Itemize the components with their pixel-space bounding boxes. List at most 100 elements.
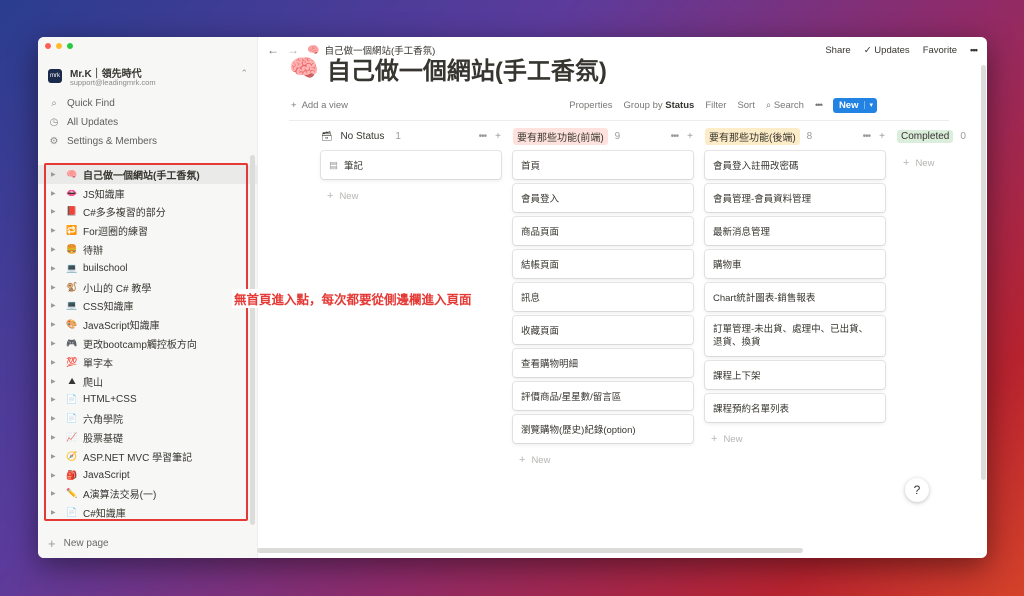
board-column: 要有那些功能(後端) 8 ••• + 會員登入註冊改密碼會員管理-會員資料管理最新消息管…: [705, 126, 885, 453]
card-title: 課程上下架: [713, 371, 761, 382]
quick-find[interactable]: ⌕ Quick Find: [48, 95, 238, 112]
board-card[interactable]: 評價商品/星星數/留言區: [513, 382, 693, 410]
sort-button[interactable]: Sort: [737, 100, 754, 111]
board-card[interactable]: 查看購物明細: [513, 349, 693, 377]
new-page-label: New page: [63, 538, 109, 549]
plus-icon: +: [903, 157, 910, 169]
board-card[interactable]: 瀏覽購物(歷史)紀錄(option): [513, 415, 693, 443]
group-by-value: Status: [665, 99, 695, 111]
more-icon[interactable]: •••: [863, 131, 871, 142]
column-header[interactable]: Completed 0: [897, 126, 1024, 146]
add-card-label: New: [915, 157, 935, 169]
board-card[interactable]: 會員管理-會員資料管理: [705, 184, 885, 212]
column-label: 要有那些功能(前端): [513, 127, 608, 145]
quick-find-label: Quick Find: [67, 98, 115, 109]
clock-icon: ◷: [49, 117, 59, 128]
page-title[interactable]: 自己做一個網站(手工香氛): [327, 51, 607, 86]
column-label: 要有那些功能(後端): [705, 127, 800, 145]
new-page-button[interactable]: + New page: [48, 536, 109, 551]
group-by-prefix: Group by: [623, 99, 663, 111]
column-header[interactable]: 要有那些功能(後端) 8 ••• +: [705, 126, 885, 146]
add-card-button[interactable]: + New: [897, 149, 1024, 177]
card-title: 訂單管理-未出貨、處理中、已出貨、退貨、換貨: [713, 324, 869, 348]
add-card-label: New: [723, 433, 743, 445]
sidebar: mrk Mr.K｜領先時代 support@leadingmrk.com ⌃ ⌕…: [38, 37, 258, 558]
board-card[interactable]: 購物車: [705, 250, 885, 278]
card-title: 收藏頁面: [521, 326, 560, 337]
board-card[interactable]: 收藏頁面: [513, 316, 693, 344]
board-card[interactable]: 結帳頁面: [513, 250, 693, 278]
column-count: 8: [806, 130, 813, 142]
board-horizontal-scrollbar[interactable]: [257, 548, 803, 553]
minimize-window-button[interactable]: [56, 43, 62, 49]
add-card-button[interactable]: + New: [513, 446, 693, 474]
group-by-button[interactable]: Group by Status: [624, 100, 695, 111]
filter-button[interactable]: Filter: [705, 100, 726, 111]
all-updates[interactable]: ◷ All Updates: [48, 114, 238, 131]
topbar-actions: Share ✓ Updates Favorite •••: [825, 37, 978, 63]
share-button[interactable]: Share: [825, 45, 850, 56]
board-card[interactable]: 課程預約名單列表: [705, 394, 885, 422]
settings-members[interactable]: ⚙ Settings & Members: [48, 133, 238, 150]
card-title: 商品頁面: [521, 227, 560, 238]
workspace-switcher[interactable]: mrk Mr.K｜領先時代 support@leadingmrk.com ⌃: [48, 65, 248, 91]
search-button[interactable]: ⌕ Search: [766, 100, 804, 111]
column-header[interactable]: 要有那些功能(前端) 9 ••• +: [513, 126, 693, 146]
board-card[interactable]: 最新消息管理: [705, 217, 885, 245]
page-icon[interactable]: 🧠: [289, 54, 319, 83]
add-card-button[interactable]: + New: [321, 182, 501, 210]
workspace-logo: mrk: [48, 69, 62, 83]
board-card[interactable]: 課程上下架: [705, 361, 885, 389]
board-card[interactable]: 訂單管理-未出貨、處理中、已出貨、退貨、換貨: [705, 316, 885, 356]
sidebar-scrollbar[interactable]: [250, 155, 255, 525]
add-view-label: Add a view: [301, 99, 349, 111]
more-icon[interactable]: •••: [815, 100, 823, 111]
maximize-window-button[interactable]: [67, 43, 73, 49]
more-icon[interactable]: •••: [479, 131, 487, 142]
chevron-down-icon[interactable]: ▾: [864, 101, 877, 109]
card-title: 會員管理-會員資料管理: [713, 194, 812, 205]
window-controls: [45, 43, 73, 49]
new-button[interactable]: New ▾: [832, 97, 877, 113]
page-icon: ▤: [329, 159, 338, 171]
board-card[interactable]: Chart統計圖表-銷售報表: [705, 283, 885, 311]
more-icon[interactable]: •••: [671, 131, 679, 142]
board-card[interactable]: ▤ 筆記: [321, 151, 501, 179]
card-title: 會員登入: [521, 194, 560, 205]
card-title: 會員登入註冊改密碼: [713, 161, 799, 172]
card-title: 筆記: [343, 161, 363, 172]
board-card[interactable]: 首頁: [513, 151, 693, 179]
board-card[interactable]: 會員登入: [513, 184, 693, 212]
card-title: 查看購物明細: [521, 359, 579, 370]
database-toolbar: + Add a view Properties Group by Status F…: [291, 96, 877, 114]
back-arrow-icon[interactable]: ←: [267, 43, 279, 57]
updates-button[interactable]: ✓ Updates: [864, 45, 910, 56]
add-card-button[interactable]: + New: [705, 425, 885, 453]
plus-icon: +: [291, 99, 297, 111]
board-card[interactable]: 訊息: [513, 283, 693, 311]
properties-button[interactable]: Properties: [569, 100, 612, 111]
plus-icon[interactable]: +: [687, 131, 693, 142]
close-window-button[interactable]: [45, 43, 51, 49]
updates-label: Updates: [874, 44, 910, 56]
help-button[interactable]: ?: [905, 478, 929, 502]
board-card[interactable]: 會員登入註冊改密碼: [705, 151, 885, 179]
card-title: 首頁: [521, 161, 541, 172]
card-title: 瀏覽購物(歷史)紀錄(option): [521, 425, 636, 436]
chevron-updown-icon[interactable]: ⌃: [240, 68, 248, 79]
more-options-icon[interactable]: •••: [970, 45, 978, 56]
add-view-button[interactable]: + Add a view: [291, 100, 348, 111]
plus-icon[interactable]: +: [495, 131, 501, 142]
board-column: Completed 0 + New: [897, 126, 1024, 177]
column-header[interactable]: 🗃 No Status 1 ••• +: [321, 126, 501, 146]
settings-members-label: Settings & Members: [67, 136, 158, 147]
add-card-label: New: [339, 190, 359, 202]
new-label: New: [838, 99, 859, 111]
board-card[interactable]: 商品頁面: [513, 217, 693, 245]
favorite-button[interactable]: Favorite: [923, 45, 957, 56]
plus-icon: +: [327, 190, 334, 202]
plus-icon[interactable]: +: [879, 131, 885, 142]
column-label: No Status: [340, 130, 385, 142]
board-column: 🗃 No Status 1 ••• + ▤ 筆記 + New: [321, 126, 501, 210]
column-count: 0: [960, 130, 966, 142]
